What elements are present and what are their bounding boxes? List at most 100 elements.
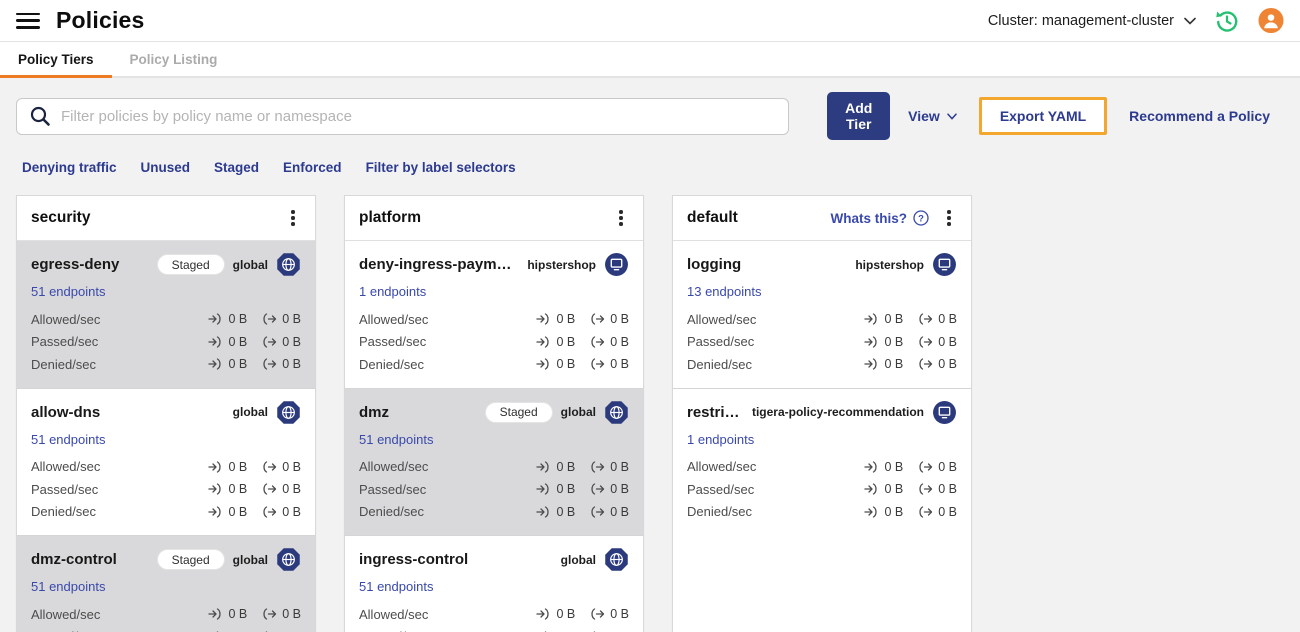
svg-text:?: ? [918, 213, 924, 224]
policy-card[interactable]: restricted tigera-policy-recommendation … [673, 388, 971, 535]
filter-links: Denying traffic Unused Staged Enforced Filte… [0, 140, 1300, 175]
policy-list: logging hipstershop 13 endpoints Allowed… [673, 241, 971, 535]
ingress-bytes-icon [208, 461, 222, 473]
metrics: Allowed/sec 0 B 0 B Passed/sec [359, 456, 629, 524]
history-icon[interactable] [1214, 8, 1240, 34]
metric-label: Allowed/sec [687, 459, 757, 475]
filter-link[interactable]: Denying traffic [22, 160, 117, 175]
filter-link[interactable]: Unused [141, 160, 191, 175]
ingress-bytes-value: 0 B [884, 357, 904, 372]
egress-bytes-icon [591, 313, 605, 325]
metric-label: Passed/sec [31, 334, 99, 350]
policy-card[interactable]: deny-ingress-paymentservi… hipstershop 1… [345, 241, 643, 389]
filter-link[interactable]: Filter by label selectors [366, 160, 516, 175]
endpoints-link[interactable]: 51 endpoints [359, 432, 433, 447]
metric-label: Passed/sec [687, 481, 755, 497]
policy-card[interactable]: logging hipstershop 13 endpoints Allowed… [673, 241, 971, 389]
metric-row: Allowed/sec 0 B 0 B [31, 456, 301, 479]
metric-label: Passed/sec [359, 334, 427, 350]
metric-row: Allowed/sec 0 B 0 B [687, 456, 957, 479]
view-dropdown-button[interactable]: View [894, 100, 971, 132]
policy-scope-label: global [232, 257, 268, 272]
endpoints-link[interactable]: 51 endpoints [31, 579, 105, 594]
ingress-bytes-value: 0 B [884, 482, 904, 497]
endpoints-link[interactable]: 1 endpoints [687, 432, 754, 447]
endpoints-link[interactable]: 1 endpoints [359, 284, 426, 299]
tier-name: default [687, 209, 738, 226]
global-policy-icon [276, 400, 301, 425]
egress-bytes-value: 0 B [282, 459, 301, 474]
global-policy-icon [276, 252, 301, 277]
tier-header: security [17, 196, 315, 241]
policy-scope-label: global [560, 405, 596, 419]
policy-name: egress-deny [31, 256, 120, 273]
policy-card[interactable]: dmz Staged global 51 endpoints Allowed/s… [345, 388, 643, 536]
metric-row: Passed/sec 0 B 0 B [359, 478, 629, 501]
endpoints-link[interactable]: 51 endpoints [31, 284, 105, 299]
chevron-down-icon [1184, 17, 1196, 25]
egress-bytes-value: 0 B [938, 357, 957, 372]
metric-label: Allowed/sec [31, 459, 101, 475]
metric-row: Allowed/sec 0 B 0 B [31, 308, 301, 331]
policy-card[interactable]: dmz-control Staged global 51 endpoints A… [17, 536, 315, 632]
ingress-bytes-icon [864, 358, 878, 370]
chevron-down-icon [947, 112, 957, 120]
egress-bytes-icon [919, 358, 933, 370]
ingress-bytes-value: 0 B [228, 607, 248, 622]
endpoints-link[interactable]: 51 endpoints [31, 432, 105, 447]
egress-bytes-icon [591, 506, 605, 518]
egress-bytes-icon [263, 313, 277, 325]
policy-card[interactable]: allow-dns global 51 endpoints Allowed/se… [17, 388, 315, 536]
metric-row: Passed/sec 0 B 0 B [31, 626, 301, 632]
toolbar: Add Tier View Export YAML Recommend a Po… [0, 78, 1300, 140]
policy-card[interactable]: ingress-control global 51 endpoints Allo… [345, 536, 643, 632]
endpoints-link[interactable]: 51 endpoints [359, 579, 433, 594]
egress-bytes-icon [591, 608, 605, 620]
policy-name: ingress-control [359, 551, 469, 568]
metrics: Allowed/sec 0 B 0 B Passed/sec [31, 603, 301, 632]
filter-link[interactable]: Staged [214, 160, 259, 175]
ingress-bytes-value: 0 B [228, 312, 248, 327]
export-yaml-button[interactable]: Export YAML [1000, 108, 1086, 124]
egress-bytes-icon [263, 608, 277, 620]
policy-search-input[interactable] [61, 107, 777, 125]
metrics: Allowed/sec 0 B 0 B Passed/sec [359, 308, 629, 376]
help-circle-icon: ? [913, 210, 929, 226]
tier-column-security: security egress-deny Staged global 51 en [16, 195, 316, 632]
tier-menu-kebab-icon[interactable] [941, 209, 957, 227]
cluster-selector[interactable]: Cluster: management-cluster [988, 13, 1196, 29]
ingress-bytes-icon [864, 336, 878, 348]
metric-row: Passed/sec 0 B 0 B [359, 331, 629, 354]
egress-bytes-value: 0 B [282, 357, 301, 372]
staged-badge: Staged [156, 254, 225, 275]
ingress-bytes-value: 0 B [556, 459, 576, 474]
ingress-bytes-icon [536, 336, 550, 348]
egress-bytes-icon [591, 358, 605, 370]
add-tier-button[interactable]: Add Tier [827, 92, 891, 140]
egress-bytes-value: 0 B [938, 482, 957, 497]
egress-bytes-value: 0 B [610, 482, 629, 497]
recommend-policy-button[interactable]: Recommend a Policy [1115, 100, 1284, 132]
metric-row: Allowed/sec 0 B 0 B [359, 308, 629, 331]
filter-link[interactable]: Enforced [283, 160, 342, 175]
policy-card[interactable]: egress-deny Staged global 51 endpoints A… [17, 241, 315, 389]
egress-bytes-icon [263, 336, 277, 348]
whats-this-link[interactable]: Whats this? ? [831, 210, 930, 226]
egress-bytes-icon [263, 483, 277, 495]
metrics: Allowed/sec 0 B 0 B Passed/sec [687, 308, 957, 376]
tab-policy-tiers[interactable]: Policy Tiers [0, 42, 112, 78]
tier-menu-kebab-icon[interactable] [285, 209, 301, 227]
egress-bytes-value: 0 B [938, 334, 957, 349]
endpoints-link[interactable]: 13 endpoints [687, 284, 761, 299]
tier-menu-kebab-icon[interactable] [613, 209, 629, 227]
ingress-bytes-icon [536, 313, 550, 325]
ingress-bytes-icon [208, 336, 222, 348]
whats-this-label: Whats this? [830, 210, 908, 226]
egress-bytes-value: 0 B [610, 357, 629, 372]
tab-policy-listing[interactable]: Policy Listing [112, 42, 236, 76]
ingress-bytes-icon [864, 313, 878, 325]
ingress-bytes-value: 0 B [884, 334, 904, 349]
policy-list: egress-deny Staged global 51 endpoints A… [17, 241, 315, 632]
user-avatar[interactable] [1258, 7, 1284, 34]
hamburger-menu-icon[interactable] [16, 12, 40, 29]
